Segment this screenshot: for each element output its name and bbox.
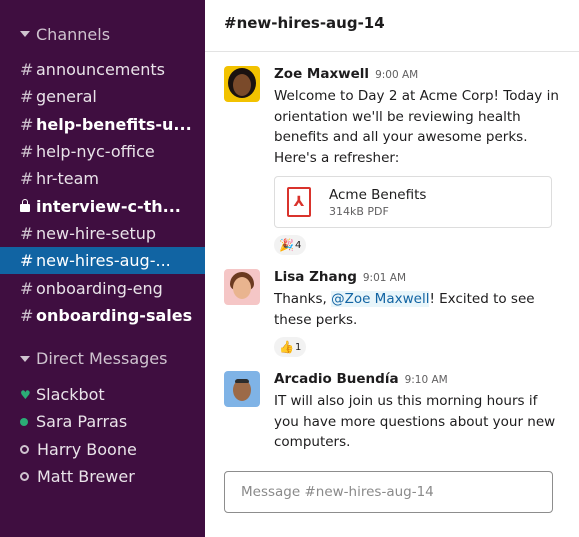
channel-item-new-hires-aug-14[interactable]: # new-hires-aug-...: [0, 247, 205, 275]
sender-name[interactable]: Zoe Maxwell: [274, 66, 369, 82]
reaction-count: 4: [294, 239, 302, 251]
thumbs-up-icon: 👍: [279, 340, 294, 354]
channel-view: #new-hires-aug-14 Zoe Maxwell 9:00 AM We…: [205, 0, 579, 537]
channel-label: interview-c-th...: [36, 196, 181, 216]
channel-label: help-benefits-u...: [36, 114, 192, 134]
hash-icon: #: [20, 278, 34, 298]
channels-header: Channels: [36, 24, 111, 44]
dm-label: Sara Parras: [36, 412, 128, 432]
file-attachment[interactable]: ⅄ Acme Benefits 314kB PDF: [274, 176, 552, 228]
caret-down-icon: [20, 355, 30, 362]
channel-item-announcements[interactable]: # announcements: [0, 56, 205, 83]
dm-header: Direct Messages: [36, 349, 168, 369]
channel-label: new-hire-setup: [36, 223, 157, 243]
dm-item-slackbot[interactable]: ♥ Slackbot: [0, 381, 205, 408]
timestamp[interactable]: 9:10 AM: [405, 374, 448, 386]
dm-item-matt-brewer[interactable]: Matt Brewer: [0, 463, 205, 490]
message-text: IT will also join us this morning hours …: [274, 393, 556, 450]
avatar[interactable]: [224, 371, 260, 407]
presence-online-icon: [20, 417, 28, 426]
dm-list: ♥ Slackbot Sara Parras Harry Boone Matt …: [0, 381, 205, 490]
message-item: Lisa Zhang 9:01 AM Thanks, @Zoe Maxwell!…: [205, 269, 579, 357]
message-item: Arcadio Buendía 9:10 AM IT will also joi…: [205, 371, 579, 453]
timestamp[interactable]: 9:01 AM: [363, 272, 406, 284]
heart-icon: ♥: [20, 387, 31, 402]
dm-section-toggle[interactable]: Direct Messages: [0, 345, 205, 373]
avatar[interactable]: [224, 66, 260, 102]
file-meta: 314kB PDF: [329, 204, 389, 218]
presence-away-icon: [20, 444, 29, 454]
message-list: Zoe Maxwell 9:00 AM Welcome to Day 2 at …: [205, 52, 579, 453]
presence-away-icon: [20, 472, 29, 481]
hash-icon: #: [20, 114, 34, 134]
hash-icon: #: [20, 251, 34, 271]
timestamp[interactable]: 9:00 AM: [375, 69, 418, 81]
avatar[interactable]: [224, 269, 260, 305]
channel-label: onboarding-eng: [36, 278, 163, 298]
sidebar: Channels # announcements # general # hel…: [0, 0, 205, 537]
channel-item-onboarding-eng[interactable]: # onboarding-eng: [0, 274, 205, 301]
hash-icon: #: [20, 169, 34, 189]
lock-icon: [20, 199, 30, 213]
channel-item-new-hire-setup[interactable]: # new-hire-setup: [0, 220, 205, 247]
file-name: Acme Benefits: [329, 186, 427, 203]
channel-list: # announcements # general # help-benefit…: [0, 56, 205, 329]
message-item: Zoe Maxwell 9:00 AM Welcome to Day 2 at …: [205, 66, 579, 255]
hash-icon: #: [20, 142, 34, 162]
user-mention[interactable]: @Zoe Maxwell: [331, 291, 430, 307]
sender-name[interactable]: Arcadio Buendía: [274, 371, 399, 387]
channel-item-onboarding-sales[interactable]: # onboarding-sales: [0, 302, 205, 329]
channel-item-hr-team[interactable]: # hr-team: [0, 165, 205, 192]
message-input[interactable]: Message #new-hires-aug-14: [224, 471, 553, 513]
channel-title[interactable]: #new-hires-aug-14: [205, 0, 579, 52]
message-text: Welcome to Day 2 at Acme Corp! Today in …: [274, 88, 559, 166]
channels-section-toggle[interactable]: Channels: [0, 20, 205, 48]
party-popper-icon: 🎉: [279, 238, 294, 252]
channel-label: new-hires-aug-...: [36, 251, 171, 271]
channel-item-general[interactable]: # general: [0, 83, 205, 110]
dm-item-sara-parras[interactable]: Sara Parras: [0, 408, 205, 435]
app-window: Channels # announcements # general # hel…: [0, 0, 579, 537]
channel-label: hr-team: [36, 169, 99, 189]
channel-label: general: [36, 87, 97, 107]
dm-label: Slackbot: [36, 385, 105, 405]
dm-label: Harry Boone: [37, 439, 137, 459]
text-segment: Thanks,: [274, 291, 332, 307]
dm-label: Matt Brewer: [37, 467, 135, 486]
hash-icon: #: [20, 60, 34, 80]
reaction-badge[interactable]: 👍 1: [274, 337, 307, 357]
channel-item-help-nyc-office[interactable]: # help-nyc-office: [0, 138, 205, 165]
hash-icon: #: [20, 87, 34, 107]
sender-name[interactable]: Lisa Zhang: [274, 269, 357, 285]
caret-down-icon: [20, 31, 30, 37]
channel-label: announcements: [36, 60, 165, 80]
channel-label: onboarding-sales: [36, 305, 193, 325]
dm-item-harry-boone[interactable]: Harry Boone: [0, 436, 205, 463]
hash-icon: #: [20, 305, 34, 325]
pdf-icon: ⅄: [287, 187, 311, 217]
hash-icon: #: [20, 223, 34, 243]
channel-item-interview[interactable]: interview-c-th...: [0, 192, 205, 219]
reaction-badge[interactable]: 🎉 4: [274, 235, 307, 255]
reaction-count: 1: [294, 341, 302, 353]
message-text: Thanks, @Zoe Maxwell! Excited to see the…: [274, 289, 559, 330]
channel-label: help-nyc-office: [36, 142, 155, 162]
channel-item-help-benefits[interactable]: # help-benefits-u...: [0, 111, 205, 138]
